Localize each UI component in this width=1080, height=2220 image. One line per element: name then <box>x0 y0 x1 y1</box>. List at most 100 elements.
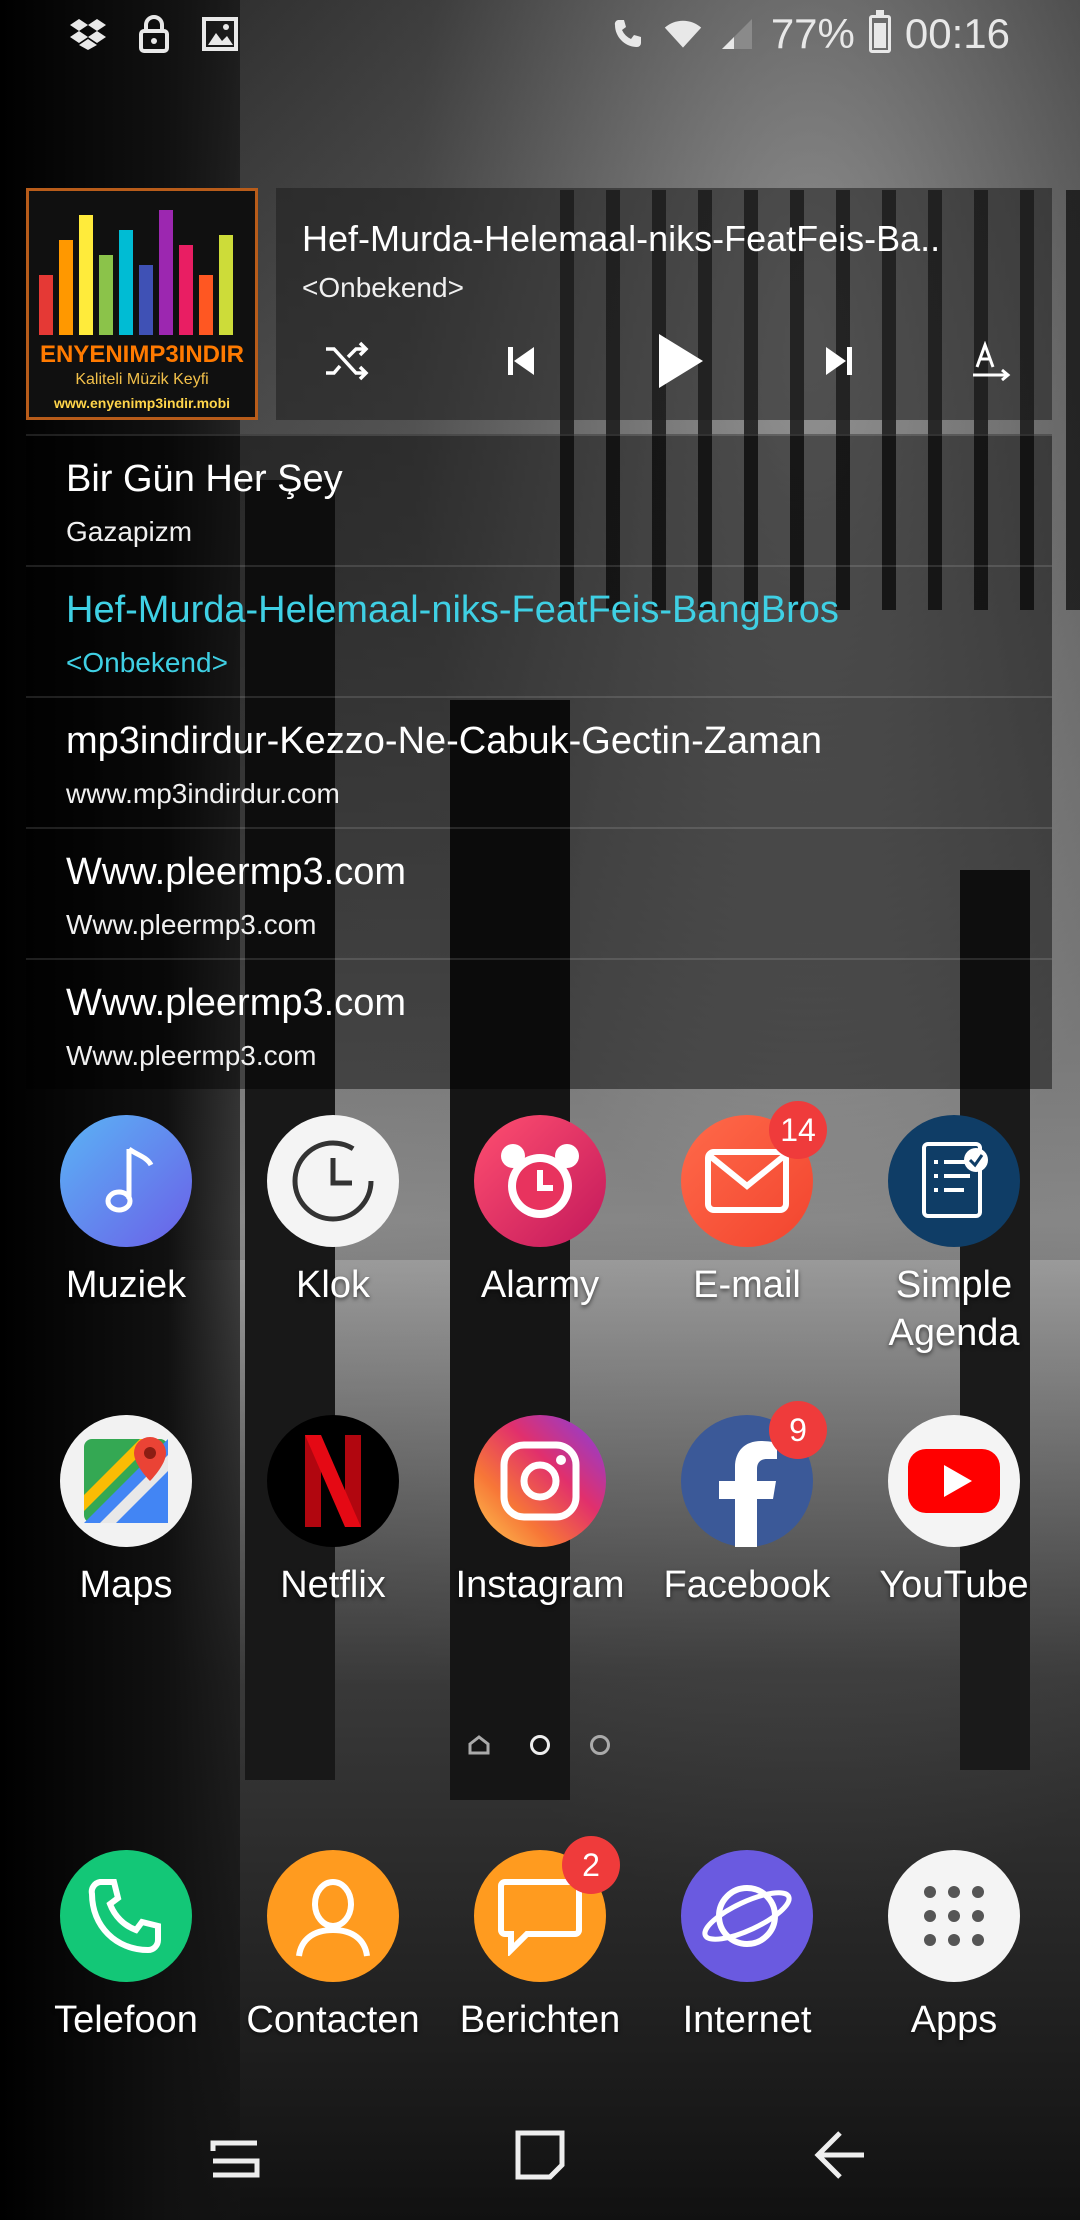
app-netflix[interactable]: Netflix <box>233 1415 433 1609</box>
app-label: Alarmy <box>480 1264 600 1306</box>
track-artist: Www.pleermp3.com <box>66 909 317 940</box>
text-size-button[interactable] <box>946 326 1036 396</box>
netflix-icon <box>267 1415 399 1547</box>
notification-badge: 2 <box>562 1836 620 1894</box>
app-label: E-mail <box>693 1264 801 1306</box>
internet-icon <box>681 1850 813 1982</box>
playlist-item[interactable]: Www.pleermp3.com Www.pleermp3.com <box>26 958 1052 1089</box>
instagram-icon <box>474 1415 606 1547</box>
music-note-icon <box>60 1115 192 1247</box>
next-icon <box>826 347 852 375</box>
app-label: Instagram <box>455 1564 625 1606</box>
phone-icon <box>60 1850 192 1982</box>
track-artist: www.mp3indirdur.com <box>66 778 340 809</box>
previous-icon <box>508 347 534 375</box>
album-tagline: Kaliteli Müzik Keyfi <box>75 371 209 388</box>
music-widget: ENYENIMP3INDIR Kaliteli Müzik Keyfi www.… <box>26 188 1052 1089</box>
now-playing-title[interactable]: Hef-Murda-Helemaal-niks-FeatFeis-Ba.. <box>302 218 940 260</box>
app-apps-drawer[interactable]: Apps <box>854 1850 1054 2044</box>
app-label: YouTube <box>879 1564 1029 1606</box>
shuffle-button[interactable] <box>302 326 392 396</box>
app-contacten[interactable]: Contacten <box>233 1850 433 2044</box>
app-youtube[interactable]: YouTube <box>854 1415 1054 1609</box>
home-button[interactable] <box>495 2120 585 2190</box>
page-indicator[interactable] <box>468 1730 618 1760</box>
app-label: Internet <box>682 1999 812 2041</box>
playlist-item[interactable]: Bir Gün Her Şey Gazapizm <box>26 434 1052 565</box>
next-button[interactable] <box>794 326 884 396</box>
alarm-clock-icon <box>474 1115 606 1247</box>
track-title: mp3indirdur-Kezzo-Ne-Cabuk-Gectin-Zaman <box>66 720 823 762</box>
recents-button[interactable] <box>190 2120 280 2190</box>
page-dot-current <box>530 1735 550 1755</box>
now-playing-artist: <Onbekend> <box>302 272 464 303</box>
playlist-item[interactable]: Www.pleermp3.com Www.pleermp3.com <box>26 827 1052 958</box>
app-alarmy[interactable]: Alarmy <box>440 1115 640 1309</box>
app-label: Klok <box>296 1264 370 1306</box>
track-title: Bir Gün Her Şey <box>66 458 343 500</box>
app-label: Facebook <box>663 1564 831 1606</box>
track-title: Www.pleermp3.com <box>66 851 406 893</box>
wifi-icon <box>663 14 703 54</box>
app-label: Contacten <box>246 1999 420 2041</box>
home-page-indicator-icon <box>468 1735 490 1755</box>
lock-icon <box>134 14 174 54</box>
text-size-icon <box>973 341 1011 381</box>
back-button[interactable] <box>795 2120 885 2190</box>
clock-icon <box>267 1115 399 1247</box>
battery-icon <box>868 10 891 53</box>
app-internet[interactable]: Internet <box>647 1850 847 2044</box>
agenda-icon <box>888 1115 1020 1247</box>
app-facebook[interactable]: 9 Facebook <box>647 1401 847 1609</box>
play-button[interactable] <box>624 326 734 396</box>
app-label-line: Agenda <box>888 1312 1020 1354</box>
app-email[interactable]: 14 E-mail <box>647 1101 847 1309</box>
music-player: ENYENIMP3INDIR Kaliteli Müzik Keyfi www.… <box>26 188 1052 420</box>
album-brand: ENYENIMP3INDIR <box>39 341 245 368</box>
maps-icon <box>60 1415 192 1547</box>
track-title: Hef-Murda-Helemaal-niks-FeatFeis-BangBro… <box>66 589 839 631</box>
battery-percentage: 77% <box>770 10 855 57</box>
app-label: Maps <box>79 1564 173 1606</box>
app-label: Berichten <box>459 1999 621 2041</box>
wifi-call-icon <box>609 14 649 54</box>
play-icon <box>659 334 703 388</box>
shuffle-icon <box>326 341 369 381</box>
album-url: www.enyenimp3indir.mobi <box>53 395 231 411</box>
envelope-icon: 14 <box>681 1101 827 1247</box>
notification-badge: 14 <box>769 1101 827 1159</box>
clock-time: 00:16 <box>904 10 1010 57</box>
app-label: Telefoon <box>54 1999 198 2041</box>
app-telefoon[interactable]: Telefoon <box>26 1850 226 2044</box>
home-icon <box>515 2130 565 2180</box>
app-berichten[interactable]: 2 Berichten <box>440 1836 640 2044</box>
app-label: Apps <box>910 1999 998 2041</box>
track-title: Www.pleermp3.com <box>66 982 406 1024</box>
track-artist: Www.pleermp3.com <box>66 1040 317 1071</box>
app-maps[interactable]: Maps <box>26 1415 226 1609</box>
app-instagram[interactable]: Instagram <box>440 1415 640 1609</box>
apps-grid-icon <box>888 1850 1020 1982</box>
notification-badge: 9 <box>769 1401 827 1459</box>
app-label: Simple Agenda <box>854 1261 1054 1357</box>
album-art[interactable]: ENYENIMP3INDIR Kaliteli Müzik Keyfi www.… <box>26 188 258 420</box>
navigation-bar <box>0 2080 1080 2220</box>
track-artist: <Onbekend> <box>66 647 228 678</box>
playlist-item[interactable]: mp3indirdur-Kezzo-Ne-Cabuk-Gectin-Zaman w… <box>26 696 1052 827</box>
status-bar: 77% 00:16 <box>0 0 1080 72</box>
signal-icon <box>717 14 757 54</box>
page-dot <box>590 1735 610 1755</box>
app-klok[interactable]: Klok <box>233 1115 433 1309</box>
app-label: Muziek <box>65 1264 187 1306</box>
app-muziek[interactable]: Muziek <box>26 1115 226 1309</box>
dropbox-icon <box>68 14 108 54</box>
facebook-icon: 9 <box>681 1401 827 1547</box>
recents-icon <box>210 2140 260 2178</box>
app-simple-agenda[interactable]: Simple Agenda <box>854 1115 1054 1357</box>
playlist: Bir Gün Her Şey Gazapizm Hef-Murda-Helemaa… <box>26 434 1052 1089</box>
contacts-icon <box>267 1850 399 1982</box>
playlist-item[interactable]: Hef-Murda-Helemaal-niks-FeatFeis-BangBro… <box>26 565 1052 696</box>
back-icon <box>814 2131 864 2179</box>
youtube-icon <box>888 1415 1020 1547</box>
previous-button[interactable] <box>476 326 566 396</box>
